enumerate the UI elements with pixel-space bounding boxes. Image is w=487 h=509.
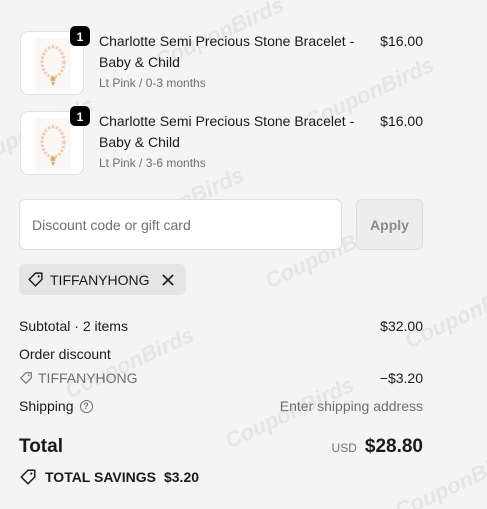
line-item: 1 Charlotte Semi Precious Stone Bracelet… bbox=[20, 25, 423, 95]
total-savings: TOTAL SAVINGS $3.20 bbox=[19, 468, 199, 486]
discount-code-row: TIFFANYHONG −$3.20 bbox=[19, 370, 423, 386]
order-discount-row: Order discount bbox=[19, 346, 423, 362]
tag-icon bbox=[20, 469, 36, 485]
discount-code-name: TIFFANYHONG bbox=[38, 370, 138, 386]
watermark: CouponBirds bbox=[61, 321, 198, 404]
product-thumbnail: 1 bbox=[20, 25, 91, 95]
total-label: Total bbox=[19, 436, 63, 457]
subtotal-label: Subtotal · 2 items bbox=[19, 318, 128, 334]
quantity-badge: 1 bbox=[69, 25, 91, 47]
tag-icon bbox=[28, 272, 43, 287]
order-discount-label: Order discount bbox=[19, 346, 111, 362]
subtotal-row: Subtotal · 2 items $32.00 bbox=[19, 318, 423, 334]
total-row: Total USD $28.80 bbox=[19, 436, 423, 458]
shipping-label: Shipping bbox=[19, 398, 74, 414]
discount-code-input[interactable] bbox=[19, 199, 342, 250]
discount-value: −$3.20 bbox=[379, 370, 423, 386]
savings-label: TOTAL SAVINGS bbox=[45, 469, 156, 485]
tag-icon bbox=[20, 372, 32, 384]
applied-discount-chip: TIFFANYHONG bbox=[19, 264, 186, 295]
item-variant: Lt Pink / 3-6 months bbox=[99, 156, 206, 170]
help-icon[interactable]: ? bbox=[79, 399, 93, 413]
bracelet-image bbox=[35, 118, 71, 170]
item-title: Charlotte Semi Precious Stone Bracelet -… bbox=[99, 113, 355, 150]
shipping-value: Enter shipping address bbox=[279, 398, 423, 414]
product-thumbnail: 1 bbox=[20, 105, 91, 175]
apply-button[interactable]: Apply bbox=[356, 199, 423, 250]
item-title: Charlotte Semi Precious Stone Bracelet -… bbox=[99, 33, 355, 70]
subtotal-value: $32.00 bbox=[380, 318, 423, 334]
close-icon[interactable] bbox=[160, 272, 176, 288]
line-item: 1 Charlotte Semi Precious Stone Bracelet… bbox=[20, 105, 423, 175]
discount-code-label: TIFFANYHONG bbox=[50, 271, 150, 288]
currency-code: USD bbox=[331, 441, 357, 455]
item-variant: Lt Pink / 0-3 months bbox=[99, 76, 206, 90]
bracelet-image bbox=[35, 38, 71, 90]
watermark: CouponBirds bbox=[401, 271, 487, 354]
total-value: $28.80 bbox=[364, 436, 423, 457]
quantity-badge: 1 bbox=[69, 105, 91, 127]
savings-value: $3.20 bbox=[163, 469, 200, 485]
item-price: $16.00 bbox=[380, 33, 423, 49]
shipping-row: Shipping ? Enter shipping address bbox=[19, 398, 423, 414]
item-price: $16.00 bbox=[380, 113, 423, 129]
